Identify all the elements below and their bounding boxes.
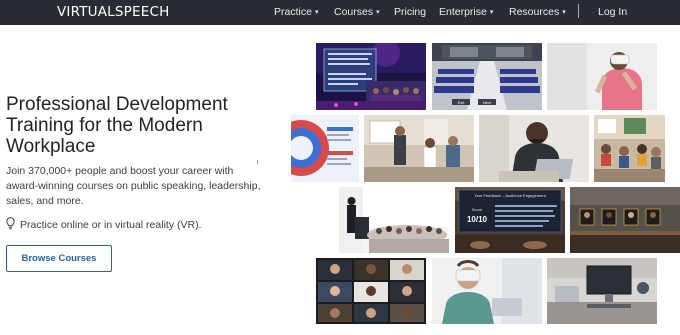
hero-title: Professional Development Training for th… [6,94,228,157]
nav-practice-label: Practice [274,6,312,18]
office-workstation-image [547,258,657,324]
nav-courses-label: Courses [334,6,374,18]
score-label: Score [472,207,483,212]
nav-pricing[interactable]: Pricing [394,6,426,18]
nav-resources-label: Resources [509,6,560,18]
conference-speaker-image [339,187,449,253]
vr-exit-label: Exit [458,100,466,105]
login-link[interactable]: Log In [598,6,627,18]
vr-note-text: Practice online or in virtual reality (V… [20,219,202,231]
lightbulb-icon [6,217,15,233]
nav-enterprise[interactable]: Enterprise ▾ [439,6,493,18]
vr-feedback-score-image: Your Feedback – Audience Engagement Scor… [455,187,565,253]
feedback-header: Your Feedback – Audience Engagement [474,193,546,198]
nav-pricing-label: Pricing [394,6,427,18]
nav-resources[interactable]: Resources ▾ [509,6,566,18]
browse-courses-button[interactable]: Browse Courses [6,245,112,272]
man-with-laptop-image [479,115,589,182]
chevron-down-icon: ▾ [489,9,494,16]
vr-next-label: Next [483,100,492,105]
woman-vr-headset-smiling-image [432,258,542,324]
hero-description: Join 370,000+ people and boost your care… [6,165,261,207]
chevron-down-icon: ▾ [562,9,566,16]
nav-enterprise-label: Enterprise [439,6,487,18]
presentation-slide-image [291,115,359,182]
vr-empty-auditorium-image: Exit Next [432,43,542,110]
nav-practice[interactable]: Practice ▾ [274,6,318,18]
vr-panel-room-image [570,187,680,253]
video-call-grid-image [316,258,426,324]
vr-note: Practice online or in virtual reality (V… [6,217,201,233]
woman-vr-headset-image [547,43,657,110]
site-logo[interactable]: VIRTUALSPEECH [57,4,169,20]
top-navbar: VIRTUALSPEECH Practice ▾ Courses ▾ Pricing… [0,0,680,25]
office-meeting-image [364,115,474,182]
score-value: 10/10 [467,215,488,224]
chevron-down-icon: ▾ [376,9,380,16]
decorative-mark [257,160,258,164]
chevron-down-icon: ▾ [314,9,319,16]
nav-separator [578,4,579,18]
nav-courses[interactable]: Courses ▾ [334,6,380,18]
vr-audience-hall-image [316,43,426,110]
classroom-image [594,115,665,182]
